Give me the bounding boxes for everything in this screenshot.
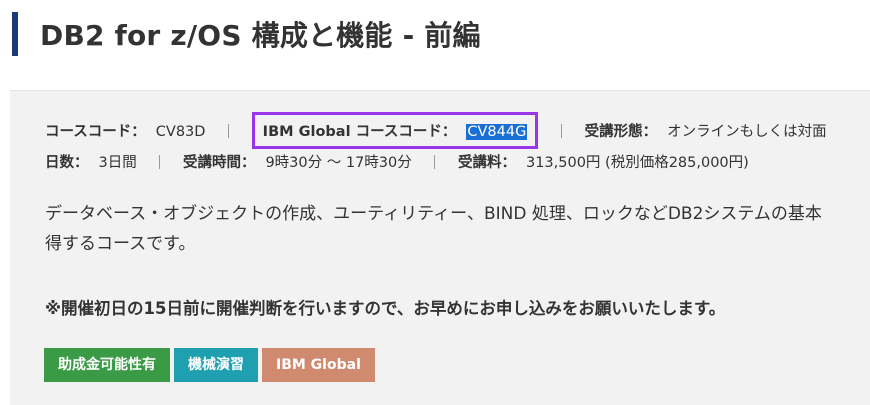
course-code-value[interactable]: CV83D (156, 124, 206, 140)
separator (434, 155, 436, 169)
description-line-2: 得するコースです。 (45, 234, 196, 254)
separator (560, 124, 562, 138)
tag-ibm-global[interactable]: IBM Global (262, 348, 375, 382)
ibm-code-value-selected[interactable]: CV844G (466, 124, 528, 140)
tag-list: 助成金可能性有 機械演習 IBM Global (44, 348, 379, 382)
format-value[interactable]: オンラインもしくは対面 (667, 124, 827, 140)
course-description[interactable]: データベース・オブジェクトの作成、ユーティリティー、BIND 処理、ロックなどD… (45, 199, 822, 259)
fee-value[interactable]: 313,500円 (税別価格285,000円) (526, 155, 749, 171)
ibm-code-label: IBM Global コースコード： (262, 124, 457, 140)
time-value[interactable]: 9時30分 〜 17時30分 (265, 155, 411, 171)
course-info-row-2: 日数： 3日間 受講時間： 9時30分 〜 17時30分 受講料： 313,500円 … (45, 151, 749, 172)
title-accent-bar (12, 12, 18, 56)
days-value[interactable]: 3日間 (99, 155, 137, 171)
format-label: 受講形態： (584, 124, 658, 140)
course-info-row-1: コースコード： CV83D IBM Global コースコード： CV844G 受講… (45, 112, 827, 149)
separator (159, 155, 161, 169)
days-label: 日数： (45, 155, 89, 171)
tag-subsidy[interactable]: 助成金可能性有 (44, 348, 170, 382)
course-page: DB2 for z/OS 構成と機能 - 前編 コースコード： CV83D IBM… (0, 0, 870, 405)
description-line-1: データベース・オブジェクトの作成、ユーティリティー、BIND 処理、ロックなどD… (45, 204, 822, 224)
course-code-label: コースコード： (45, 124, 146, 140)
separator (228, 124, 230, 138)
tag-hands-on[interactable]: 機械演習 (174, 348, 258, 382)
notice-text: ※開催初日の15日前に開催判断を行いますので、お早めにお申し込みをお願いいたしま… (45, 299, 726, 318)
time-label: 受講時間： (182, 155, 256, 171)
page-title: DB2 for z/OS 構成と機能 - 前編 (40, 19, 481, 52)
ibm-code-highlight-box: IBM Global コースコード： CV844G (251, 112, 539, 149)
fee-label: 受講料： (457, 155, 516, 171)
